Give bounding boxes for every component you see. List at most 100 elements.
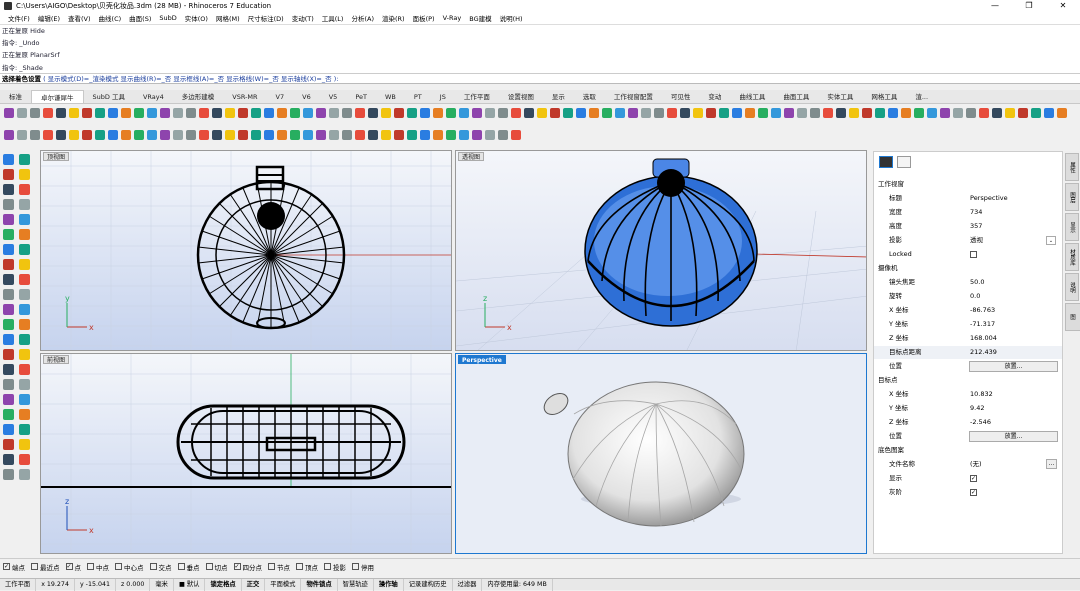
toolbar-tab[interactable]: 设置视图: [499, 90, 543, 103]
checkbox[interactable]: ✓: [3, 563, 10, 570]
checkbox[interactable]: [352, 563, 359, 570]
tool-icon[interactable]: [147, 130, 157, 140]
tool-icon[interactable]: [3, 454, 14, 465]
property-value[interactable]: 734: [970, 206, 982, 219]
tool-icon[interactable]: [95, 108, 105, 118]
toolbar-tab[interactable]: 实体工具: [818, 90, 862, 103]
tool-icon[interactable]: [3, 229, 14, 240]
property-value[interactable]: (无): [970, 458, 982, 471]
tool-icon[interactable]: [3, 409, 14, 420]
tool-icon[interactable]: [173, 108, 183, 118]
tool-icon[interactable]: [303, 130, 313, 140]
browse-button[interactable]: ...: [1046, 459, 1057, 469]
tool-icon[interactable]: [628, 108, 638, 118]
tool-icon[interactable]: [576, 108, 586, 118]
property-value[interactable]: 透视: [970, 234, 983, 247]
toolbar-tab[interactable]: V5: [320, 90, 347, 103]
tool-icon[interactable]: [277, 130, 287, 140]
menu-item[interactable]: 曲线(C): [95, 13, 126, 23]
tool-icon[interactable]: [3, 154, 14, 165]
checkbox[interactable]: ✓: [233, 563, 241, 570]
tool-icon[interactable]: [43, 108, 53, 118]
tool-icon[interactable]: [19, 334, 30, 345]
tool-icon[interactable]: [3, 274, 14, 285]
tool-icon[interactable]: [862, 108, 872, 118]
tool-icon[interactable]: [225, 130, 235, 140]
property-checkbox[interactable]: ✓: [970, 489, 977, 496]
tool-icon[interactable]: [927, 108, 937, 118]
object-properties-icon[interactable]: [897, 156, 911, 168]
menu-item[interactable]: 工具(L): [318, 13, 348, 23]
tool-icon[interactable]: [225, 108, 235, 118]
toolbar-tab[interactable]: VRay4: [134, 90, 173, 103]
side-tab[interactable]: 显示: [1065, 213, 1079, 241]
checkbox[interactable]: [296, 563, 303, 570]
tool-icon[interactable]: [19, 154, 30, 165]
tool-icon[interactable]: [732, 108, 742, 118]
command-prompt[interactable]: 选择着色设置 ( 显示模式(D)=_渲染模式 显示曲线(R)=_否 显示框线(A…: [0, 73, 1080, 84]
property-value[interactable]: 50.0: [970, 276, 984, 289]
tool-icon[interactable]: [446, 130, 456, 140]
toolbar-tab[interactable]: 标准: [0, 90, 31, 103]
tool-icon[interactable]: [1031, 108, 1041, 118]
toolbar-tab[interactable]: PT: [405, 90, 431, 103]
tool-icon[interactable]: [654, 108, 664, 118]
tool-icon[interactable]: [511, 130, 521, 140]
tool-icon[interactable]: [290, 130, 300, 140]
tool-icon[interactable]: [589, 108, 599, 118]
tool-icon[interactable]: [19, 394, 30, 405]
tool-icon[interactable]: [979, 108, 989, 118]
menu-item[interactable]: 文件(F): [4, 13, 34, 23]
tool-icon[interactable]: [238, 108, 248, 118]
menu-item[interactable]: BG建模: [465, 13, 495, 23]
tool-icon[interactable]: [30, 130, 40, 140]
tool-icon[interactable]: [342, 130, 352, 140]
tool-icon[interactable]: [251, 108, 261, 118]
toolbar-tab[interactable]: 卓尔谦犀牛: [31, 90, 84, 103]
tool-icon[interactable]: [19, 364, 30, 375]
status-item[interactable]: 智慧轨迹: [338, 578, 374, 591]
tool-icon[interactable]: [238, 130, 248, 140]
checkbox[interactable]: [31, 563, 38, 570]
tool-icon[interactable]: [368, 108, 378, 118]
property-value[interactable]: -86.763: [970, 304, 995, 317]
tool-icon[interactable]: [147, 108, 157, 118]
toolbar-tab[interactable]: 可见性: [662, 90, 700, 103]
viewport-perspective-rendered[interactable]: Perspective: [455, 353, 867, 554]
status-item[interactable]: 过滤器: [453, 578, 483, 591]
tool-icon[interactable]: [19, 169, 30, 180]
osnap-toggle[interactable]: 切点: [205, 562, 228, 572]
tool-icon[interactable]: [19, 184, 30, 195]
checkbox[interactable]: [115, 563, 122, 570]
tool-icon[interactable]: [95, 130, 105, 140]
toolbar-tab[interactable]: 工作平面: [455, 90, 499, 103]
property-value[interactable]: -71.317: [970, 318, 995, 331]
status-item[interactable]: 毫米: [150, 578, 174, 591]
tool-icon[interactable]: [251, 130, 261, 140]
property-value[interactable]: 10.832: [970, 388, 993, 401]
tool-icon[interactable]: [1005, 108, 1015, 118]
tool-icon[interactable]: [329, 130, 339, 140]
tool-icon[interactable]: [563, 108, 573, 118]
tool-icon[interactable]: [173, 130, 183, 140]
menu-item[interactable]: 分析(A): [347, 13, 378, 23]
tool-icon[interactable]: [264, 130, 274, 140]
maximize-button[interactable]: ❐: [1012, 0, 1046, 12]
status-item[interactable]: x 19.274: [36, 578, 75, 591]
tool-icon[interactable]: [19, 244, 30, 255]
tool-icon[interactable]: [19, 469, 30, 480]
tool-icon[interactable]: [1057, 108, 1067, 118]
side-tab[interactable]: 属性: [1065, 153, 1079, 181]
tool-icon[interactable]: [498, 108, 508, 118]
toolbar-tab[interactable]: WB: [376, 90, 405, 103]
side-tab[interactable]: 图层: [1065, 183, 1079, 211]
menu-item[interactable]: 编辑(E): [34, 13, 64, 23]
tool-icon[interactable]: [693, 108, 703, 118]
property-value[interactable]: 9.42: [970, 402, 984, 415]
osnap-toggle[interactable]: ✓ 点: [65, 562, 81, 572]
osnap-toggle[interactable]: ✓ 四分点: [233, 562, 262, 572]
tool-icon[interactable]: [875, 108, 885, 118]
tool-icon[interactable]: [472, 130, 482, 140]
tool-icon[interactable]: [43, 130, 53, 140]
tool-icon[interactable]: [108, 130, 118, 140]
